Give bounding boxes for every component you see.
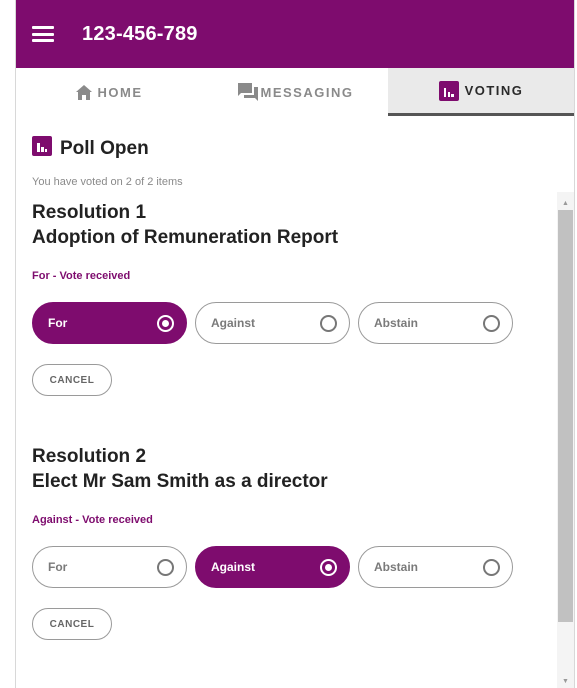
resolution-title: Resolution 2 Elect Mr Sam Smith as a dir… — [32, 444, 556, 494]
radio-icon — [483, 314, 500, 332]
vote-options: For Against Abstain — [32, 302, 556, 344]
tab-home-label: HOME — [97, 84, 143, 100]
top-bar: 123-456-789 — [16, 0, 574, 68]
poll-title: Poll Open — [60, 137, 149, 159]
app-frame: 123-456-789 HOME MESSAGING VOTING Poll O… — [15, 0, 575, 688]
vote-option-label: Against — [211, 316, 256, 330]
voting-icon — [438, 80, 459, 101]
voting-content: Poll Open You have voted on 2 of 2 items… — [16, 124, 556, 688]
cancel-button[interactable]: CANCEL — [32, 364, 112, 396]
hamburger-menu-icon[interactable] — [32, 26, 54, 42]
scrollbar[interactable]: ▲ ▼ — [557, 192, 574, 688]
home-icon — [75, 84, 92, 100]
radio-icon — [483, 558, 500, 576]
tab-messaging-label: MESSAGING — [260, 84, 354, 100]
resolution-number: Resolution 1 — [32, 202, 147, 223]
header-title: 123-456-789 — [82, 22, 198, 45]
radio-selected-icon — [157, 314, 174, 332]
vote-option-label: Against — [211, 560, 256, 574]
vote-option-against[interactable]: Against — [195, 546, 350, 588]
voted-count-text: You have voted on 2 of 2 items — [32, 176, 183, 188]
tab-voting[interactable]: VOTING — [388, 68, 574, 116]
vote-options: For Against Abstain — [32, 546, 556, 588]
resolution-1: Resolution 1 Adoption of Remuneration Re… — [32, 200, 556, 396]
tab-home[interactable]: HOME — [16, 68, 202, 116]
radio-icon — [320, 314, 337, 332]
vote-option-abstain[interactable]: Abstain — [358, 302, 513, 344]
messaging-icon — [237, 82, 259, 102]
vote-option-abstain[interactable]: Abstain — [358, 546, 513, 588]
resolution-number: Resolution 2 — [32, 446, 147, 467]
resolution-name: Adoption of Remuneration Report — [32, 227, 339, 248]
poll-icon — [32, 136, 52, 161]
vote-option-for[interactable]: For — [32, 302, 187, 344]
vote-option-label: Abstain — [374, 560, 419, 574]
resolution-title: Resolution 1 Adoption of Remuneration Re… — [32, 200, 556, 250]
tab-messaging[interactable]: MESSAGING — [202, 68, 388, 116]
vote-status: Against - Vote received — [32, 514, 153, 526]
vote-option-for[interactable]: For — [32, 546, 187, 588]
vote-option-against[interactable]: Against — [195, 302, 350, 344]
scroll-up-arrow-icon[interactable]: ▲ — [557, 196, 574, 210]
tab-bar: HOME MESSAGING VOTING — [16, 68, 574, 116]
cancel-button[interactable]: CANCEL — [32, 608, 112, 640]
radio-selected-icon — [320, 558, 337, 576]
vote-status: For - Vote received — [32, 270, 131, 282]
resolution-name: Elect Mr Sam Smith as a director — [32, 471, 328, 492]
scrollbar-thumb[interactable] — [558, 210, 573, 622]
resolution-2: Resolution 2 Elect Mr Sam Smith as a dir… — [32, 444, 556, 640]
poll-header: Poll Open — [32, 136, 556, 161]
vote-option-label: Abstain — [374, 316, 419, 330]
radio-icon — [157, 558, 174, 576]
tab-voting-label: VOTING — [464, 83, 524, 98]
scroll-down-arrow-icon[interactable]: ▼ — [557, 674, 574, 688]
vote-option-label: For — [48, 560, 68, 574]
vote-option-label: For — [48, 316, 68, 330]
